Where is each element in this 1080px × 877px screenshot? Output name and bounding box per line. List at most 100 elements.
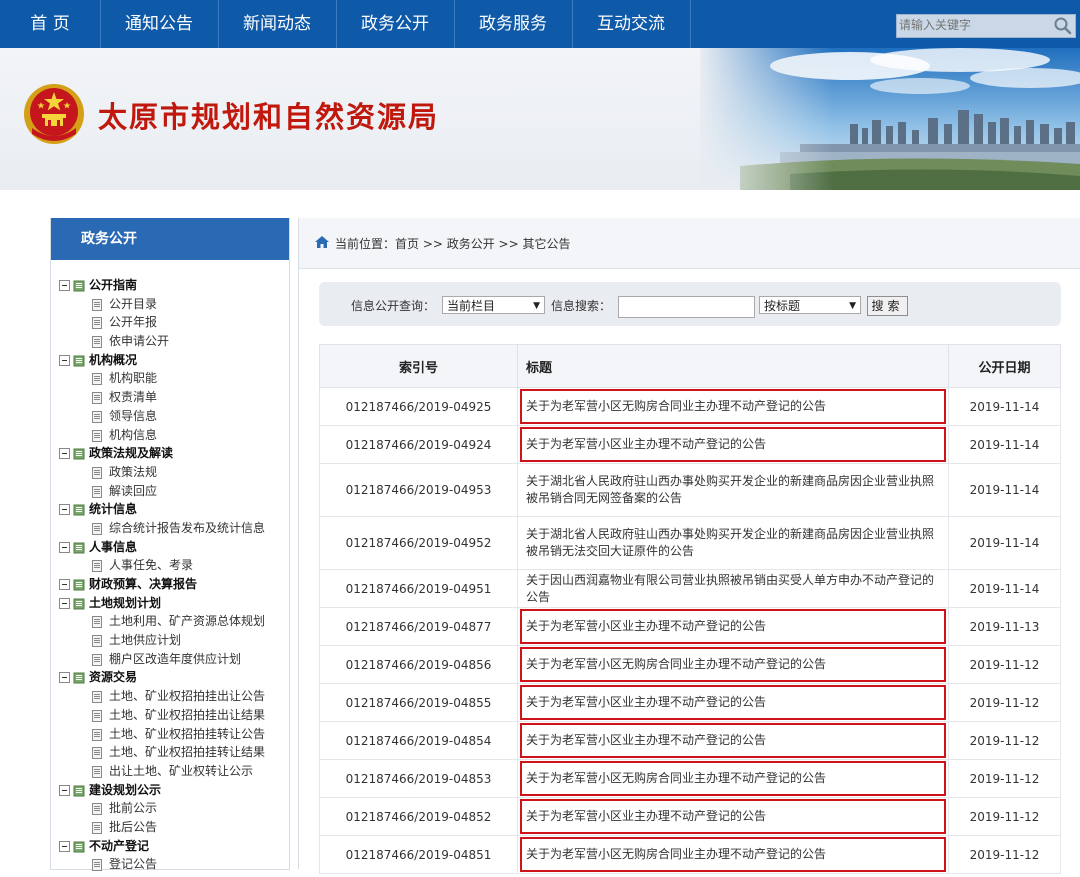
- tree-section[interactable]: 建设规划公示: [51, 781, 289, 800]
- column-select[interactable]: 当前栏目 ▼: [442, 296, 545, 314]
- collapse-toggle-icon[interactable]: [59, 504, 70, 516]
- tree-label: 政策法规: [109, 464, 158, 479]
- tree-label: 解读回应: [109, 483, 158, 498]
- collapse-toggle-icon[interactable]: [59, 597, 70, 609]
- search-type-select[interactable]: 按标题 ▼: [759, 296, 861, 314]
- tree-item[interactable]: 政策法规: [51, 463, 289, 482]
- document-icon: [91, 634, 103, 648]
- title-link[interactable]: 关于湖北省人民政府驻山西办事处购买开发企业的新建商品房因企业营业执照被吊销无法交…: [517, 516, 949, 570]
- index-cell: 012187466/2019-04852: [319, 797, 518, 836]
- tree-label: 批后公告: [109, 819, 158, 834]
- tree-item[interactable]: 土地、矿业权招拍挂转让结果: [51, 743, 289, 762]
- tree-item[interactable]: 出让土地、矿业权转让公示: [51, 762, 289, 781]
- title-link-highlighted[interactable]: 关于为老军营小区业主办理不动产登记的公告: [517, 797, 949, 836]
- info-search-input[interactable]: [618, 296, 755, 318]
- tree-item[interactable]: 土地、矿业权招拍挂出让结果: [51, 706, 289, 725]
- tree-section[interactable]: 土地规划计划: [51, 594, 289, 613]
- title-link-highlighted[interactable]: 关于为老军营小区无购房合同业主办理不动产登记的公告: [517, 759, 949, 798]
- nav-news[interactable]: 新闻动态: [218, 0, 336, 48]
- tree-label: 不动产登记: [89, 838, 150, 853]
- nav-government-affairs[interactable]: 政务公开: [336, 0, 454, 48]
- collapse-toggle-icon[interactable]: [59, 784, 70, 796]
- search-icon[interactable]: [1053, 16, 1073, 36]
- document-icon: [91, 615, 103, 629]
- index-cell: 012187466/2019-04924: [319, 425, 518, 464]
- breadcrumb: 当前位置：首页 >> 政务公开 >> 其它公告: [335, 237, 571, 251]
- tree-item[interactable]: 解读回应: [51, 482, 289, 501]
- tree-label: 土地、矿业权招拍挂出让结果: [109, 707, 266, 722]
- column-select-value: 当前栏目: [447, 299, 496, 313]
- title-link[interactable]: 关于湖北省人民政府驻山西办事处购买开发企业的新建商品房因企业营业执照被吊销合同无…: [517, 463, 949, 517]
- site-title: 太原市规划和自然资源局: [98, 100, 440, 134]
- tree-section[interactable]: 政策法规及解读: [51, 444, 289, 463]
- title-link-highlighted[interactable]: 关于为老军营小区业主办理不动产登记的公告: [517, 683, 949, 722]
- table-row: 012187466/2019-04953 关于湖北省人民政府驻山西办事处购买开发企…: [319, 463, 1061, 517]
- tree-section[interactable]: 资源交易: [51, 668, 289, 687]
- tree-item[interactable]: 领导信息: [51, 407, 289, 426]
- search-button[interactable]: 搜索: [867, 296, 908, 316]
- national-emblem-icon: [24, 84, 84, 144]
- nav-interaction[interactable]: 互动交流: [572, 0, 690, 48]
- collapse-toggle-icon[interactable]: [59, 840, 70, 852]
- collapse-toggle-icon[interactable]: [59, 579, 70, 590]
- nav-notices[interactable]: 通知公告: [100, 0, 218, 48]
- tree-section[interactable]: 统计信息: [51, 500, 289, 519]
- tree-item[interactable]: 人事任免、考录: [51, 556, 289, 575]
- document-icon: [91, 429, 103, 442]
- index-cell: 012187466/2019-04877: [319, 607, 518, 646]
- tree-label: 机构信息: [109, 427, 158, 442]
- title-link-highlighted[interactable]: 关于为老军营小区无购房合同业主办理不动产登记的公告: [517, 387, 949, 426]
- tree-label: 批前公示: [109, 801, 158, 816]
- nav-government-services[interactable]: 政务服务: [454, 0, 572, 48]
- tree-item[interactable]: 登记公告: [51, 855, 289, 874]
- collapse-toggle-icon[interactable]: [59, 541, 70, 553]
- tree-label: 登记公告: [109, 857, 158, 872]
- tree-section[interactable]: 公开指南: [51, 276, 289, 295]
- tree-item[interactable]: 土地利用、矿产资源总体规划: [51, 612, 289, 631]
- tree-item[interactable]: 依申请公开: [51, 332, 289, 351]
- title-link-highlighted[interactable]: 关于为老军营小区无购房合同业主办理不动产登记的公告: [517, 835, 949, 874]
- collapse-toggle-icon[interactable]: [59, 448, 70, 460]
- title-link-highlighted[interactable]: 关于为老军营小区无购房合同业主办理不动产登记的公告: [517, 645, 949, 684]
- chevron-down-icon: ▼: [849, 301, 856, 311]
- collapse-toggle-icon[interactable]: [59, 280, 70, 291]
- title-link-highlighted[interactable]: 关于为老军营小区业主办理不动产登记的公告: [517, 607, 949, 646]
- table-row: 012187466/2019-04951 关于因山西润嘉物业有限公司营业执照被吊销…: [319, 569, 1061, 608]
- tree-item[interactable]: 土地、矿业权招拍挂出让公告: [51, 687, 289, 706]
- tree-section[interactable]: 不动产登记: [51, 837, 289, 856]
- tree-section[interactable]: 机构概况: [51, 351, 289, 370]
- tree-label: 统计信息: [89, 502, 138, 517]
- tree-item[interactable]: 公开年报: [51, 313, 289, 332]
- search-input[interactable]: [899, 16, 1049, 34]
- folder-icon: [73, 597, 85, 610]
- tree-label: 公开目录: [109, 296, 158, 311]
- folder-icon: [73, 671, 85, 684]
- tree-item[interactable]: 综合统计报告发布及统计信息: [51, 519, 289, 538]
- title-link[interactable]: 关于因山西润嘉物业有限公司营业执照被吊销由买受人单方申办不动产登记的公告: [517, 569, 949, 608]
- nav-home[interactable]: 首 页: [0, 0, 100, 48]
- title-link-highlighted[interactable]: 关于为老军营小区业主办理不动产登记的公告: [517, 425, 949, 464]
- tree-item[interactable]: 机构职能: [51, 369, 289, 388]
- tree-item[interactable]: 权责清单: [51, 388, 289, 407]
- tree-item[interactable]: 公开目录: [51, 295, 289, 314]
- tree-item[interactable]: 土地供应计划: [51, 631, 289, 650]
- header-banner: 太原市规划和自然资源局: [0, 48, 1080, 190]
- tree-item[interactable]: 批前公示: [51, 799, 289, 818]
- collapse-toggle-icon[interactable]: [59, 672, 70, 684]
- title-link-highlighted[interactable]: 关于为老军营小区业主办理不动产登记的公告: [517, 721, 949, 760]
- tree-label: 建设规划公示: [89, 782, 162, 797]
- collapse-toggle-icon[interactable]: [59, 354, 70, 366]
- tree-item[interactable]: 批后公告: [51, 818, 289, 837]
- tree-item[interactable]: 机构信息: [51, 426, 289, 445]
- tree-section[interactable]: 人事信息: [51, 538, 289, 557]
- tree-item[interactable]: 棚户区改造年度供应计划: [51, 650, 289, 669]
- tree-label: 依申请公开: [109, 334, 170, 349]
- folder-icon: [73, 447, 85, 460]
- tree-label: 土地规划计划: [89, 595, 162, 610]
- main-content: 当前位置：首页 >> 政务公开 >> 其它公告 信息公开查询： 当前栏目 ▼ 信…: [298, 218, 1080, 874]
- date-cell: 2019-11-14: [948, 387, 1061, 426]
- table-row: 012187466/2019-04852 关于为老军营小区业主办理不动产登记的公告…: [319, 797, 1061, 836]
- tree-section[interactable]: 财政预算、决算报告: [51, 575, 289, 594]
- tree-item[interactable]: 土地、矿业权招拍挂转让公告: [51, 725, 289, 744]
- folder-icon: [73, 840, 85, 853]
